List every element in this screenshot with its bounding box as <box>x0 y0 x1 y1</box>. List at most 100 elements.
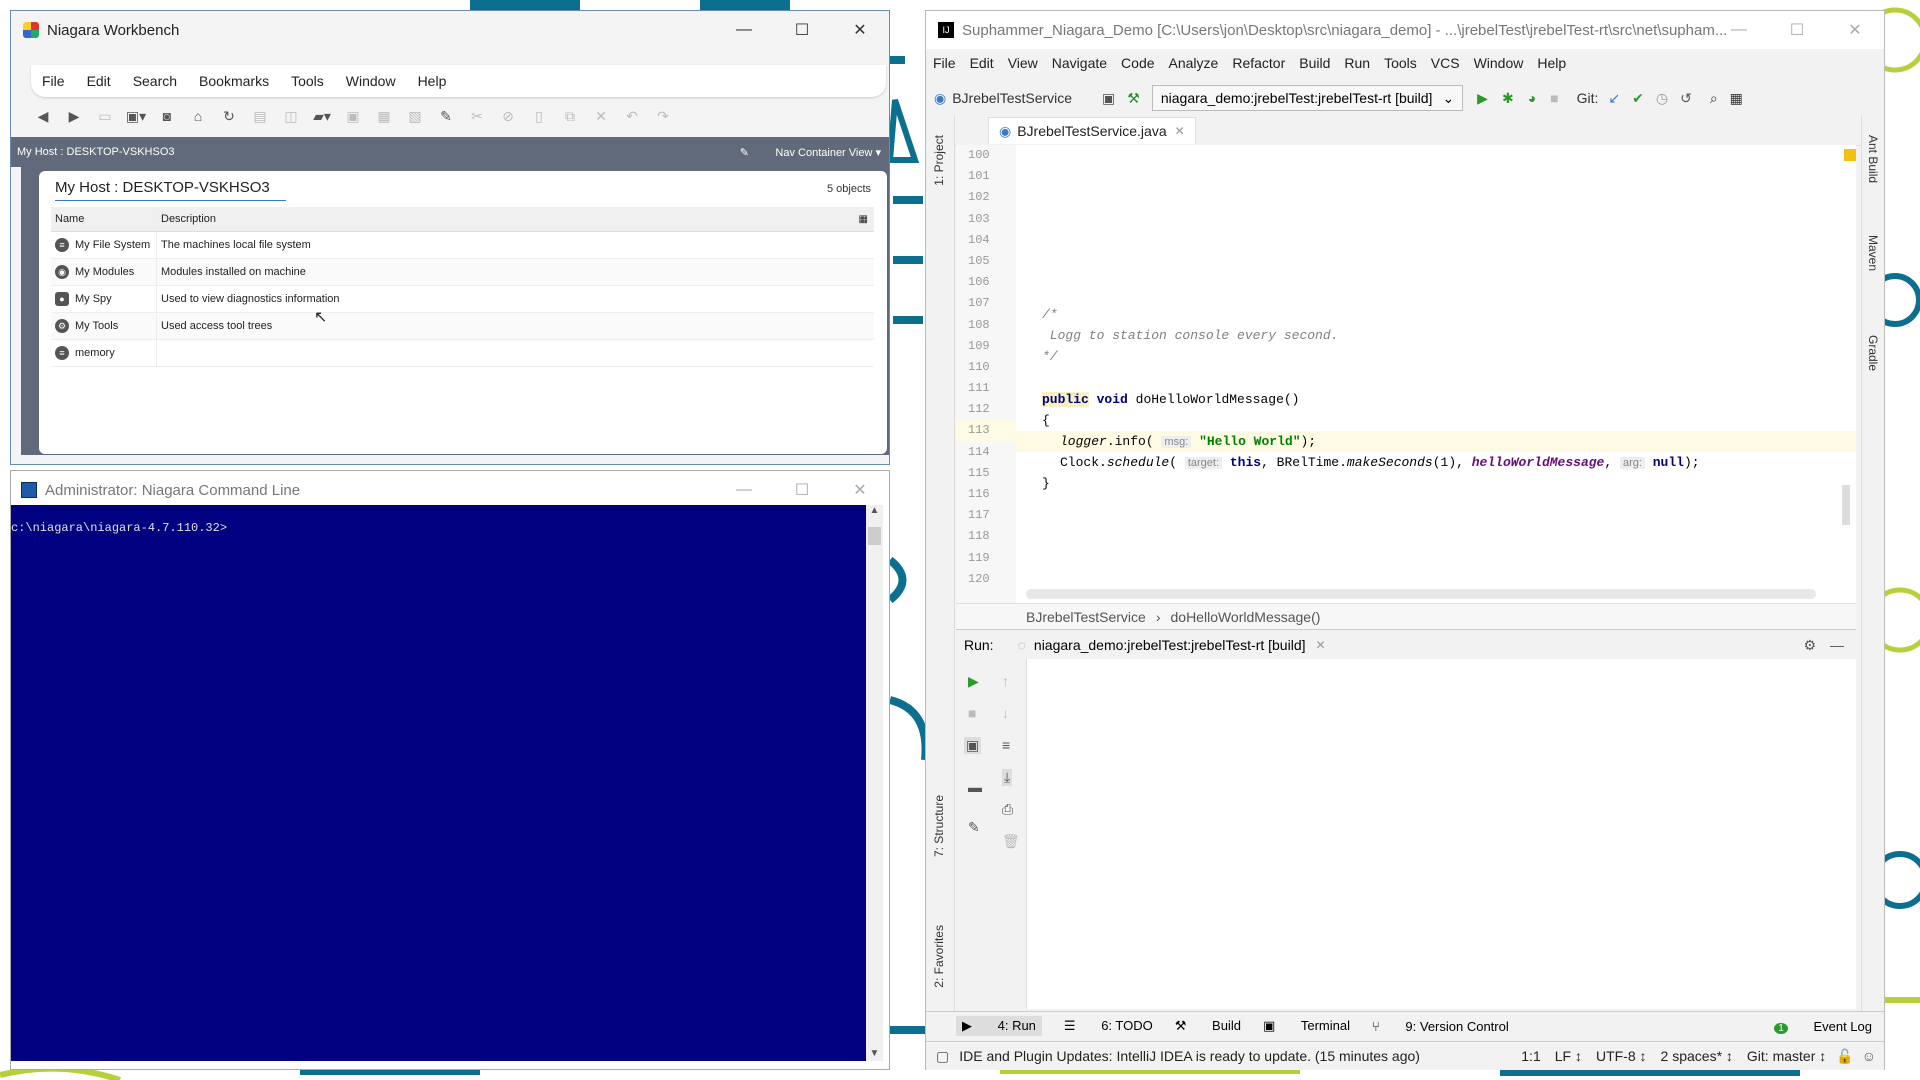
tab-version-control[interactable]: ⑂ 9: Version Control <box>1372 1019 1509 1034</box>
editor-vertical-scrollbar[interactable] <box>1842 485 1850 525</box>
breadcrumb-class[interactable]: BJrebelTestService <box>1026 609 1146 625</box>
status-message[interactable]: IDE and Plugin Updates: IntelliJ IDEA is… <box>959 1048 1420 1064</box>
tab-terminal[interactable]: ▣ Terminal <box>1263 1018 1350 1034</box>
tab-build[interactable]: ⚒ Build <box>1175 1018 1241 1034</box>
split-view-icon[interactable]: ◫ <box>279 104 303 128</box>
stop-icon[interactable]: ■ <box>968 705 976 721</box>
home-icon[interactable]: ⌂ <box>186 104 210 128</box>
event-log-button[interactable]: 1 Event Log <box>1752 1019 1872 1034</box>
menu-view[interactable]: View <box>1001 55 1045 71</box>
git-commit-icon[interactable]: ✔ <box>1632 90 1644 107</box>
debug-icon[interactable]: ✱ <box>1502 90 1514 107</box>
delete-icon[interactable]: ✕ <box>589 104 613 128</box>
save-icon[interactable]: ▣ <box>341 104 365 128</box>
menu-help[interactable]: Help <box>1530 55 1573 71</box>
breadcrumb-method[interactable]: doHelloWorldMessage() <box>1171 609 1321 625</box>
run-icon[interactable]: ▶ <box>1477 90 1488 107</box>
column-header-name[interactable]: Name <box>51 207 157 231</box>
terminal-scrollbar[interactable]: ▲ ▼ <box>866 505 883 1061</box>
scroll-up-icon[interactable]: ▲ <box>866 505 883 516</box>
ant-build-tool-button[interactable]: Ant Build <box>1866 135 1880 183</box>
rerun-icon[interactable]: ▶ <box>968 673 979 690</box>
up-level-icon[interactable]: ▭ <box>93 104 117 128</box>
close-icon[interactable]: ✕ <box>831 471 889 509</box>
copy-view-icon[interactable]: ▤ <box>248 104 272 128</box>
caret-position[interactable]: 1:1 <box>1521 1048 1540 1064</box>
menu-build[interactable]: Build <box>1292 55 1337 71</box>
git-history-icon[interactable]: ◷ <box>1656 90 1668 107</box>
git-branch[interactable]: Git: master ↕ <box>1747 1048 1826 1064</box>
run-tab-label[interactable]: niagara_demo:jrebelTest:jrebelTest-rt [b… <box>1034 637 1306 653</box>
nav-class[interactable]: BJrebelTestService <box>952 90 1072 106</box>
indent-setting[interactable]: 2 spaces* ↕ <box>1661 1048 1733 1064</box>
menu-navigate[interactable]: Navigate <box>1045 55 1114 71</box>
warning-marker-icon[interactable] <box>1844 149 1856 161</box>
screenshot-icon[interactable]: ◙ <box>155 104 179 128</box>
menu-window[interactable]: Window <box>1467 55 1531 71</box>
close-icon[interactable]: ✕ <box>1826 11 1884 49</box>
project-tool-button[interactable]: 1: Project <box>932 135 946 186</box>
git-update-icon[interactable]: ↙ <box>1608 90 1620 107</box>
menu-code[interactable]: Code <box>1114 55 1161 71</box>
pin-icon[interactable]: ✎ <box>968 819 980 836</box>
menu-search[interactable]: Search <box>122 73 188 89</box>
redo-icon[interactable]: ↷ <box>651 104 675 128</box>
gear-icon[interactable]: ⚙ <box>1803 637 1816 654</box>
lock-icon[interactable]: 🔓 <box>1836 1048 1853 1065</box>
menu-edit[interactable]: Edit <box>963 55 1001 71</box>
run-config-select[interactable]: niagara_demo:jrebelTest:jrebelTest-rt [b… <box>1151 85 1464 111</box>
editor-horizontal-scrollbar[interactable] <box>1026 589 1816 599</box>
code-editor[interactable]: /* Logg to station console every second.… <box>1016 145 1856 603</box>
tab-bjrebeltestservice-java[interactable]: ◉ BJrebelTestService.java ✕ <box>988 117 1196 144</box>
build-hammer-icon[interactable]: ⚒ <box>1127 90 1140 107</box>
export-icon[interactable]: ▧ <box>403 104 427 128</box>
scroll-down-icon[interactable]: ▼ <box>866 1048 883 1059</box>
menu-tools[interactable]: Tools <box>280 73 335 89</box>
tab-run[interactable]: ▶ 4: Run <box>956 1016 1042 1036</box>
scroll-thumb[interactable] <box>868 527 881 545</box>
print-icon[interactable]: ⎙ <box>1002 801 1013 818</box>
layout-icon[interactable]: ▬ <box>968 779 982 795</box>
duplicate-icon[interactable]: ⧉ <box>558 104 582 128</box>
minimize-icon[interactable]: — <box>1710 11 1768 49</box>
terminal-output[interactable]: c:\niagara\niagara-4.7.110.32> <box>11 505 868 1061</box>
menu-refactor[interactable]: Refactor <box>1225 55 1292 71</box>
menu-edit[interactable]: Edit <box>76 73 122 89</box>
scroll-up-icon[interactable]: ↑ <box>1002 673 1009 689</box>
close-tab-icon[interactable]: ✕ <box>1175 124 1185 138</box>
close-icon[interactable]: ✕ <box>831 11 889 49</box>
menu-run[interactable]: Run <box>1337 55 1377 71</box>
file-encoding[interactable]: UTF-8 ↕ <box>1596 1048 1647 1064</box>
edit-doc-icon[interactable]: ✎ <box>434 104 458 128</box>
forward-icon[interactable]: ▶ <box>62 104 86 128</box>
menu-window[interactable]: Window <box>335 73 407 89</box>
table-row[interactable]: ≡ My File System The machines local file … <box>51 232 874 259</box>
trash-icon[interactable]: 🗑 <box>1002 833 1020 850</box>
favorites-tool-button[interactable]: 2: Favorites <box>932 925 946 988</box>
stop-icon[interactable]: ■ <box>1550 90 1558 106</box>
minimize-icon[interactable]: — <box>715 471 773 509</box>
scroll-to-end-icon[interactable]: ⤓ <box>1002 769 1013 786</box>
git-rollback-icon[interactable]: ↺ <box>1680 90 1692 107</box>
tab-todo[interactable]: ☰ 6: TODO <box>1064 1018 1153 1034</box>
status-toggle-icon[interactable]: ▢ <box>936 1048 949 1065</box>
back-icon[interactable]: ◀ <box>31 104 55 128</box>
menu-analyze[interactable]: Analyze <box>1162 55 1226 71</box>
menu-file[interactable]: File <box>926 55 963 71</box>
table-row[interactable]: ≡ memory <box>51 340 874 367</box>
maximize-icon[interactable]: ☐ <box>773 11 831 49</box>
gradle-tool-button[interactable]: Gradle <box>1866 335 1880 371</box>
pencil-icon[interactable]: ✎ <box>740 146 749 159</box>
menu-tools[interactable]: Tools <box>1377 55 1424 71</box>
table-row[interactable]: ● My Spy Used to view diagnostics informa… <box>51 286 874 313</box>
undo-icon[interactable]: ↶ <box>620 104 644 128</box>
refresh-icon[interactable]: ↻ <box>217 104 241 128</box>
menu-help[interactable]: Help <box>407 73 458 89</box>
column-chooser-icon[interactable]: ▦ <box>859 214 868 225</box>
maximize-icon[interactable]: ☐ <box>1768 11 1826 49</box>
cut-icon[interactable]: ✂ <box>465 104 489 128</box>
memory-indicator-icon[interactable]: ☺ <box>1862 1048 1876 1064</box>
maven-tool-button[interactable]: Maven <box>1866 235 1880 271</box>
column-header-description[interactable]: Description <box>157 213 216 225</box>
nav-path[interactable]: My Host : DESKTOP-VSKHSO3 <box>17 146 175 158</box>
